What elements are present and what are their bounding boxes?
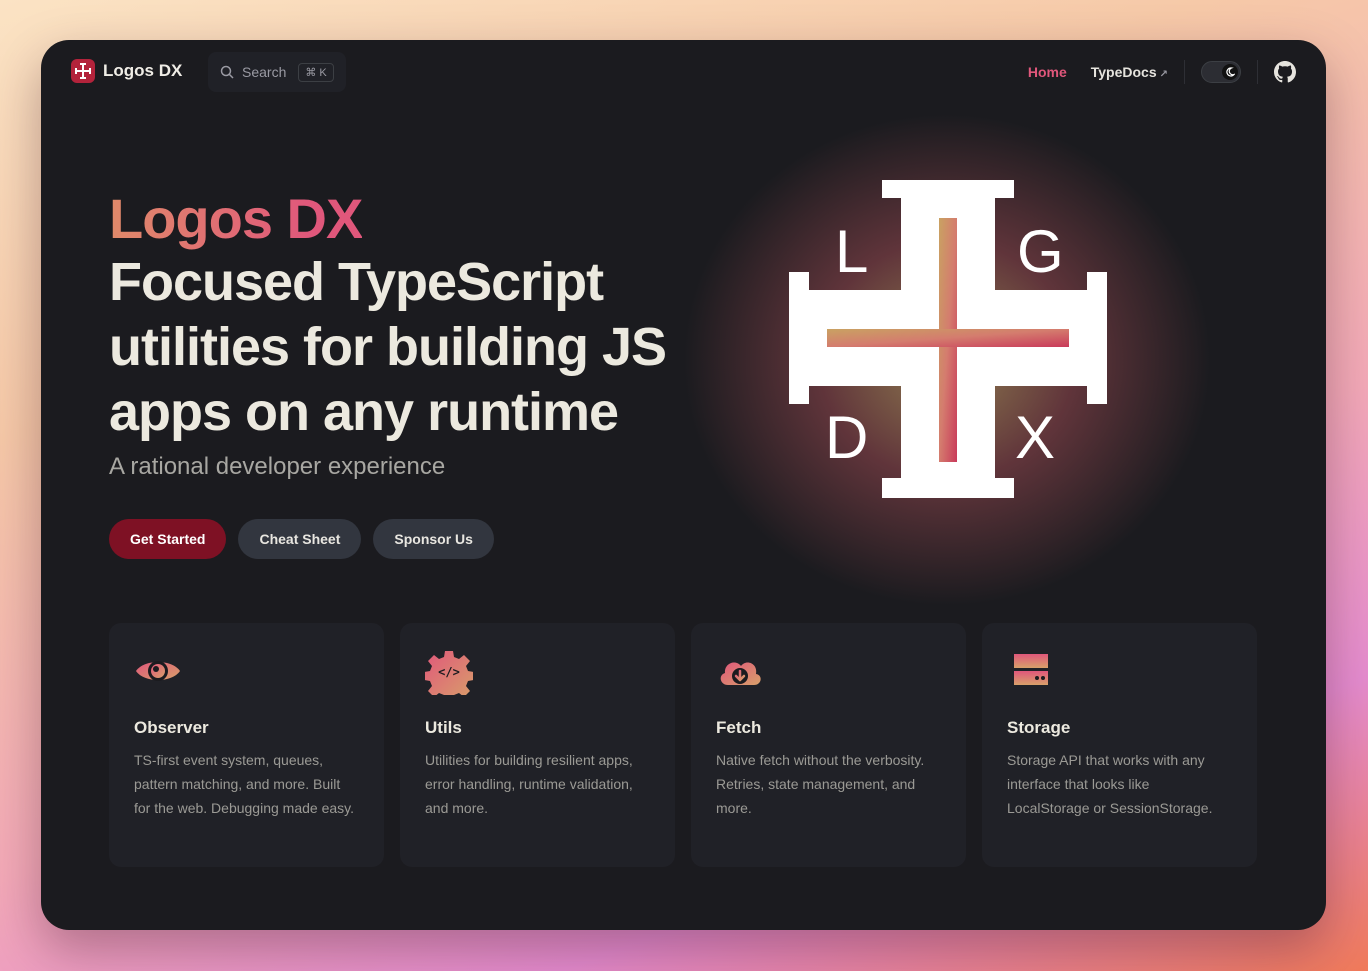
feature-card[interactable]: Observer TS-first event system, queues, …	[109, 623, 384, 867]
search-button[interactable]: Search ⌘ K	[208, 52, 346, 92]
get-started-button[interactable]: Get Started	[109, 519, 227, 559]
hero-logo-letter-x: X	[1015, 404, 1055, 471]
feature-title: Utils	[425, 718, 462, 737]
feature-card[interactable]: </> Utils Utilities for building resilie…	[400, 623, 675, 867]
search-label: Search	[242, 64, 287, 80]
sponsor-us-button[interactable]: Sponsor Us	[373, 519, 494, 559]
feature-details: Utilities for building resilient apps, e…	[425, 752, 633, 816]
hero-name: Logos DX	[109, 187, 363, 250]
hero-logo-letter-g: G	[1017, 218, 1064, 285]
nav-link-home[interactable]: Home	[1028, 64, 1067, 80]
nav-link-typedocs-label: TypeDocs	[1090, 64, 1157, 80]
storage-icon	[1014, 654, 1048, 685]
cloud-download-icon	[720, 662, 761, 685]
cheat-sheet-button[interactable]: Cheat Sheet	[238, 519, 362, 559]
feature-card[interactable]: Storage Storage API that works with any …	[982, 623, 1257, 867]
feature-title: Observer	[134, 718, 209, 737]
github-icon[interactable]	[1274, 61, 1296, 83]
hero-tagline: A rational developer experience	[109, 453, 446, 480]
hero-text: Focused TypeScript utilities for buildin…	[109, 252, 667, 442]
external-link-icon: ↗	[1159, 69, 1168, 80]
nav-link-typedocs[interactable]: TypeDocs ↗	[1091, 64, 1168, 80]
code-gear-icon: </>	[424, 651, 474, 701]
search-shortcut: ⌘ K	[298, 62, 334, 82]
feature-title: Fetch	[716, 718, 762, 737]
app-window: Logos DX Search ⌘ K Home TypeDocs ↗ Logo…	[41, 40, 1326, 930]
feature-details: Storage API that works with any interfac…	[1007, 752, 1213, 816]
hero-logo-letter-d: D	[825, 404, 868, 471]
search-icon	[220, 65, 234, 79]
feature-title: Storage	[1007, 718, 1071, 737]
brand-link[interactable]: Logos DX	[71, 59, 182, 83]
eye-icon	[136, 661, 180, 681]
feature-details: Native fetch without the verbosity. Retr…	[716, 752, 925, 816]
svg-text:</>: </>	[438, 665, 460, 679]
brand-title: Logos DX	[103, 61, 183, 80]
feature-card[interactable]: Fetch Native fetch without the verbosity…	[691, 623, 966, 867]
features-grid: Observer TS-first event system, queues, …	[109, 623, 1257, 867]
moon-icon	[1222, 64, 1238, 80]
hero-logo-image: L G D X	[789, 180, 1107, 498]
feature-details: TS-first event system, queues, pattern m…	[134, 752, 354, 816]
nav-divider	[1257, 60, 1258, 84]
hero-actions: Get Started Cheat Sheet Sponsor Us	[109, 519, 494, 559]
logos-dx-logo-icon	[71, 59, 95, 83]
hero-logo-letter-l: L	[835, 218, 868, 285]
